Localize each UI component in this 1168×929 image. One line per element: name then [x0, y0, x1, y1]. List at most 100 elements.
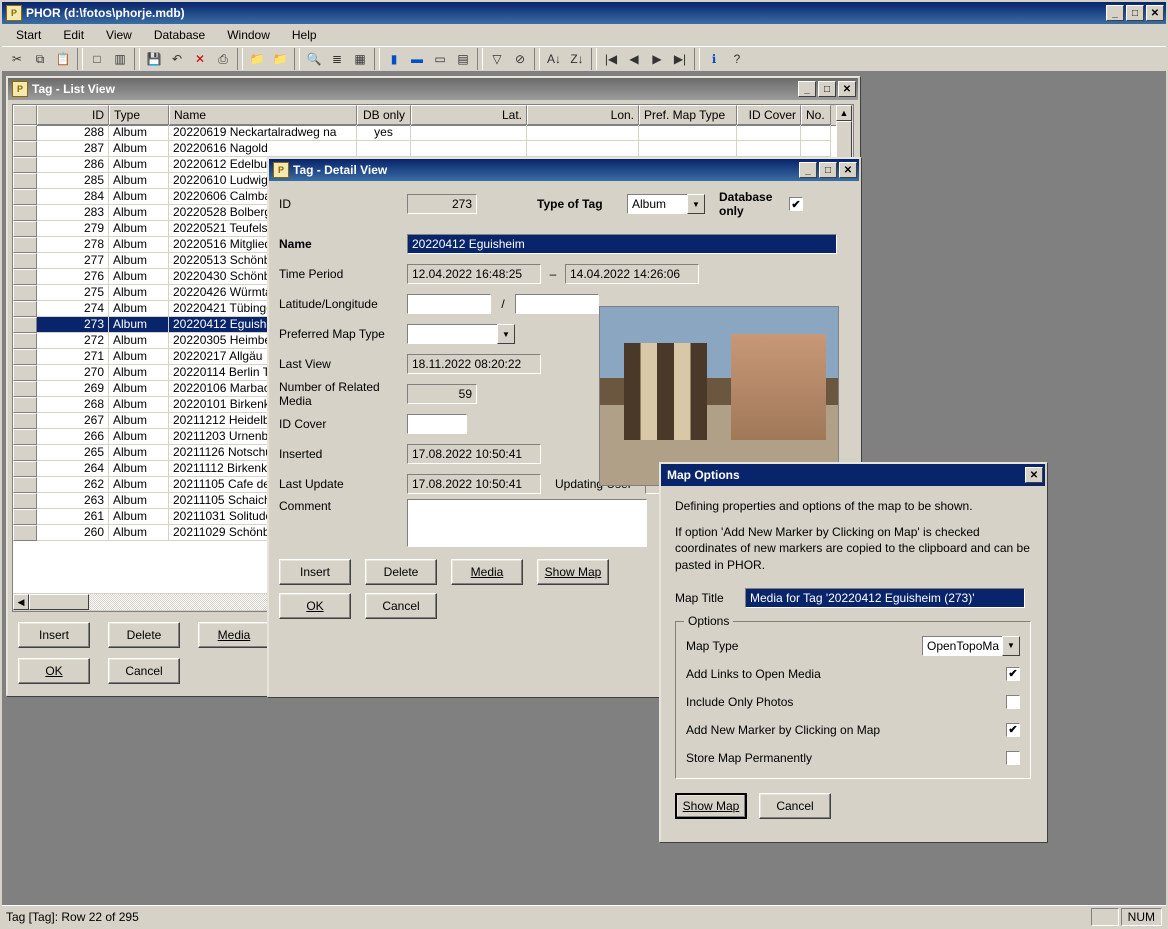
- info-icon[interactable]: ℹ: [703, 48, 725, 70]
- detail-close[interactable]: ✕: [839, 162, 857, 178]
- folder2-icon[interactable]: 📁: [269, 48, 291, 70]
- folder1-icon[interactable]: 📁: [246, 48, 268, 70]
- copy-icon[interactable]: ⧉: [29, 48, 51, 70]
- lbl-links: Add Links to Open Media: [686, 667, 1006, 681]
- hdr-name[interactable]: Name: [169, 105, 357, 125]
- filter-icon[interactable]: ▽: [486, 48, 508, 70]
- detail-ok-button[interactable]: OK: [279, 593, 351, 619]
- detail-minimize[interactable]: _: [799, 162, 817, 178]
- map-titlebar: Map Options ✕: [661, 464, 1045, 486]
- map-showmap-button[interactable]: Show Map: [675, 793, 747, 819]
- nav-last-icon[interactable]: ▶|: [669, 48, 691, 70]
- table-row[interactable]: 288Album20220619 Neckartalradweg nayes: [13, 125, 853, 141]
- help-icon[interactable]: ?: [726, 48, 748, 70]
- hdr-dbonly[interactable]: DB only: [357, 105, 411, 125]
- select1-icon[interactable]: ▮: [383, 48, 405, 70]
- hdr-idcover[interactable]: ID Cover: [737, 105, 801, 125]
- lbl-marker: Add New Marker by Clicking on Map: [686, 723, 1006, 737]
- chevron-down-icon[interactable]: ▼: [687, 194, 705, 214]
- menu-window[interactable]: Window: [217, 26, 280, 44]
- minimize-button[interactable]: _: [1106, 5, 1124, 21]
- hdr-lon[interactable]: Lon.: [527, 105, 639, 125]
- chk-store[interactable]: [1006, 751, 1020, 765]
- paste-icon[interactable]: 📋: [52, 48, 74, 70]
- sortasc-icon[interactable]: A↓: [543, 48, 565, 70]
- fld-lon[interactable]: [515, 294, 599, 314]
- chk-dbonly[interactable]: ✔: [789, 197, 803, 211]
- nav-prev-icon[interactable]: ◀: [623, 48, 645, 70]
- vscroll-up-icon[interactable]: ▲: [836, 105, 852, 121]
- list-insert-button[interactable]: Insert: [18, 622, 90, 648]
- hdr-no[interactable]: No.: [801, 105, 831, 125]
- save-icon[interactable]: 💾: [143, 48, 165, 70]
- chevron-down-icon[interactable]: ▼: [1002, 636, 1020, 656]
- hdr-id[interactable]: ID: [37, 105, 109, 125]
- status-text: Tag [Tag]: Row 22 of 295: [6, 910, 139, 924]
- nav-first-icon[interactable]: |◀: [600, 48, 622, 70]
- detail-showmap-button[interactable]: Show Map: [537, 559, 609, 585]
- grid-icon[interactable]: ▦: [349, 48, 371, 70]
- menubar: Start Edit View Database Window Help: [2, 24, 1166, 46]
- menu-view[interactable]: View: [96, 26, 142, 44]
- list-media-button[interactable]: Media: [198, 622, 270, 648]
- chevron-down-icon[interactable]: ▼: [497, 324, 515, 344]
- fld-maptype[interactable]: OpenTopoMa▼: [922, 636, 1020, 656]
- cover-preview: [599, 306, 839, 486]
- list-maximize[interactable]: □: [818, 81, 836, 97]
- map-close[interactable]: ✕: [1025, 467, 1043, 483]
- hdr-lat[interactable]: Lat.: [411, 105, 527, 125]
- chk-links[interactable]: ✔: [1006, 667, 1020, 681]
- detail-delete-button[interactable]: Delete: [365, 559, 437, 585]
- menu-edit[interactable]: Edit: [53, 26, 94, 44]
- nofilter-icon[interactable]: ⊘: [509, 48, 531, 70]
- delete-icon[interactable]: ✕: [189, 48, 211, 70]
- print-icon[interactable]: ⎙: [212, 48, 234, 70]
- fld-comment[interactable]: [407, 499, 647, 547]
- list-ok-button[interactable]: OK: [18, 658, 90, 684]
- select2-icon[interactable]: ▬: [406, 48, 428, 70]
- select3-icon[interactable]: ▭: [429, 48, 451, 70]
- list-icon[interactable]: ≣: [326, 48, 348, 70]
- fld-maptitle[interactable]: Media for Tag '20220412 Eguisheim (273)': [745, 588, 1025, 608]
- status-cell-empty: [1091, 908, 1119, 926]
- detail-insert-button[interactable]: Insert: [279, 559, 351, 585]
- menu-help[interactable]: Help: [282, 26, 327, 44]
- hdr-type[interactable]: Type: [109, 105, 169, 125]
- vscroll-thumb[interactable]: [836, 121, 852, 161]
- maximize-button[interactable]: □: [1126, 5, 1144, 21]
- fld-type[interactable]: Album▼: [627, 194, 705, 214]
- list-delete-button[interactable]: Delete: [108, 622, 180, 648]
- list-title: Tag - List View: [32, 82, 798, 96]
- hscroll-left-icon[interactable]: ◀: [13, 594, 29, 610]
- chk-photos[interactable]: [1006, 695, 1020, 709]
- detail-cancel-button[interactable]: Cancel: [365, 593, 437, 619]
- chk-marker[interactable]: ✔: [1006, 723, 1020, 737]
- menu-database[interactable]: Database: [144, 26, 215, 44]
- list-minimize[interactable]: _: [798, 81, 816, 97]
- undo-icon[interactable]: ↶: [166, 48, 188, 70]
- menu-start[interactable]: Start: [6, 26, 51, 44]
- select4-icon[interactable]: ▤: [452, 48, 474, 70]
- open-icon[interactable]: ▥: [109, 48, 131, 70]
- table-row[interactable]: 287Album20220616 Nagold: [13, 141, 853, 157]
- nav-next-icon[interactable]: ▶: [646, 48, 668, 70]
- close-button[interactable]: ✕: [1146, 5, 1164, 21]
- list-cancel-button[interactable]: Cancel: [108, 658, 180, 684]
- hdr-pmt[interactable]: Pref. Map Type: [639, 105, 737, 125]
- fld-lat[interactable]: [407, 294, 491, 314]
- map-cancel-button[interactable]: Cancel: [759, 793, 831, 819]
- sortdesc-icon[interactable]: Z↓: [566, 48, 588, 70]
- app-icon: P: [6, 5, 22, 21]
- fld-idcover[interactable]: [407, 414, 467, 434]
- fld-name[interactable]: 20220412 Eguisheim: [407, 234, 837, 254]
- detail-media-button[interactable]: Media: [451, 559, 523, 585]
- find-icon[interactable]: 🔍: [303, 48, 325, 70]
- list-close[interactable]: ✕: [838, 81, 856, 97]
- mdi-area: P Tag - List View _ □ ✕ ID Type Name DB …: [2, 72, 1166, 905]
- lbl-maptype: Map Type: [686, 639, 922, 653]
- cut-icon[interactable]: ✂: [6, 48, 28, 70]
- detail-maximize[interactable]: □: [819, 162, 837, 178]
- hscroll-thumb[interactable]: [29, 594, 89, 610]
- fld-pmt[interactable]: ▼: [407, 324, 515, 344]
- new-icon[interactable]: □: [86, 48, 108, 70]
